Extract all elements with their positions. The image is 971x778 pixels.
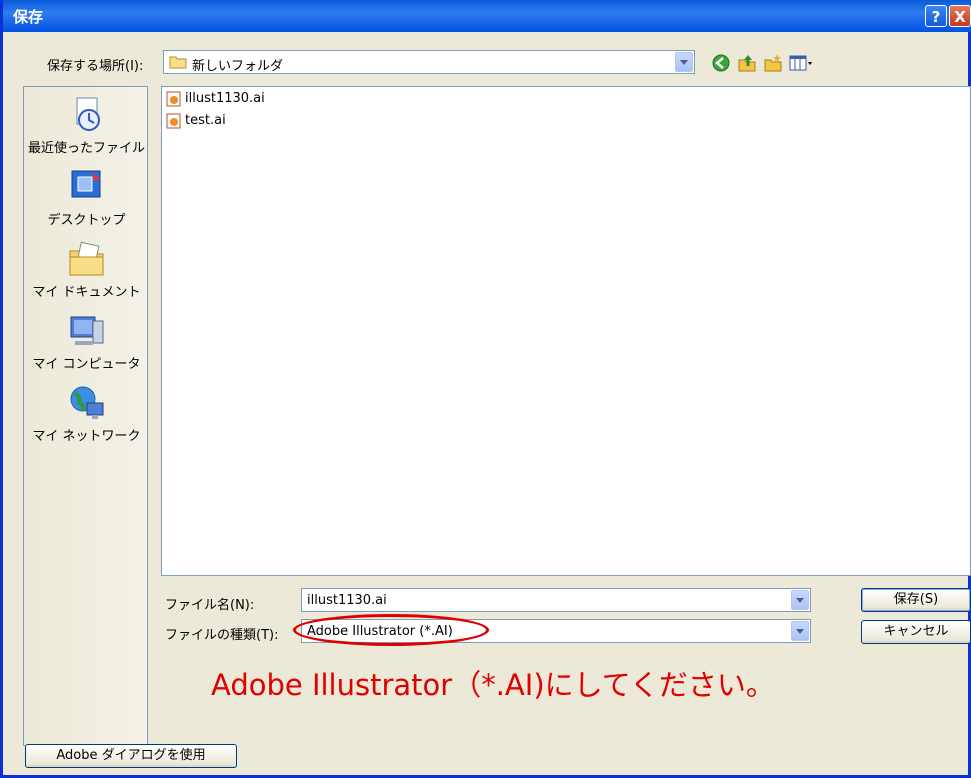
place-label: 最近使ったファイル xyxy=(27,141,145,156)
my-network-icon xyxy=(70,386,103,419)
place-label: マイ コンピュータ xyxy=(32,357,141,372)
filetype-label: ファイルの種類(T): xyxy=(165,628,279,643)
close-button[interactable]: X xyxy=(949,5,971,27)
folder-icon xyxy=(169,56,187,69)
desktop-icon xyxy=(71,170,101,198)
recent-icon xyxy=(76,97,100,131)
save-dialog: 保存 ? X 保存する場所(I): 新しいフォルダ 最近使ったファイル デスクト… xyxy=(0,0,971,778)
file-list[interactable]: illust1130.ai test.ai xyxy=(161,86,971,576)
back-icon[interactable] xyxy=(710,52,732,74)
place-label: マイ ネットワーク xyxy=(32,429,141,444)
place-my-network[interactable]: マイ ネットワーク xyxy=(24,383,149,444)
place-my-computer[interactable]: マイ コンピュータ xyxy=(24,311,149,372)
filename-value: illust1130.ai xyxy=(307,593,387,608)
window-title: 保存 xyxy=(13,8,44,26)
adobe-dialog-button[interactable]: Adobe ダイアログを使用 xyxy=(25,744,237,768)
place-desktop[interactable]: デスクトップ xyxy=(24,167,149,228)
chevron-down-icon[interactable] xyxy=(791,590,809,610)
chevron-down-icon[interactable] xyxy=(675,52,693,72)
places-bar: 最近使ったファイル デスクトップ マイ ドキュメント マイ コンピュータ マイ … xyxy=(23,86,148,746)
highlight-ellipse xyxy=(293,614,489,646)
place-label: マイ ドキュメント xyxy=(32,285,141,300)
chevron-down-icon[interactable] xyxy=(791,621,809,641)
place-my-documents[interactable]: マイ ドキュメント xyxy=(24,239,149,300)
help-button[interactable]: ? xyxy=(925,5,947,27)
save-location-value: 新しいフォルダ xyxy=(192,59,284,74)
cancel-button[interactable]: キャンセル xyxy=(861,620,971,644)
filename-input[interactable]: illust1130.ai xyxy=(301,588,811,612)
ai-file-icon xyxy=(166,91,181,107)
place-label: デスクトップ xyxy=(47,213,126,228)
annotation-text: Adobe Illustrator（*.AI)にしてください。 xyxy=(211,668,775,702)
save-button[interactable]: 保存(S) xyxy=(861,588,971,612)
view-menu-icon[interactable] xyxy=(788,52,814,74)
up-folder-icon[interactable] xyxy=(736,52,758,74)
file-name: test.ai xyxy=(185,113,226,128)
title-bar[interactable]: 保存 ? X xyxy=(3,0,971,32)
save-location-label: 保存する場所(I): xyxy=(47,59,144,74)
my-computer-icon xyxy=(70,316,103,345)
place-recent[interactable]: 最近使ったファイル xyxy=(24,95,149,156)
my-documents-icon xyxy=(69,241,103,276)
filename-label: ファイル名(N): xyxy=(165,598,255,613)
save-location-select[interactable]: 新しいフォルダ xyxy=(163,50,695,74)
new-folder-icon[interactable] xyxy=(762,52,784,74)
ai-file-icon xyxy=(166,113,181,129)
file-name: illust1130.ai xyxy=(185,91,265,106)
